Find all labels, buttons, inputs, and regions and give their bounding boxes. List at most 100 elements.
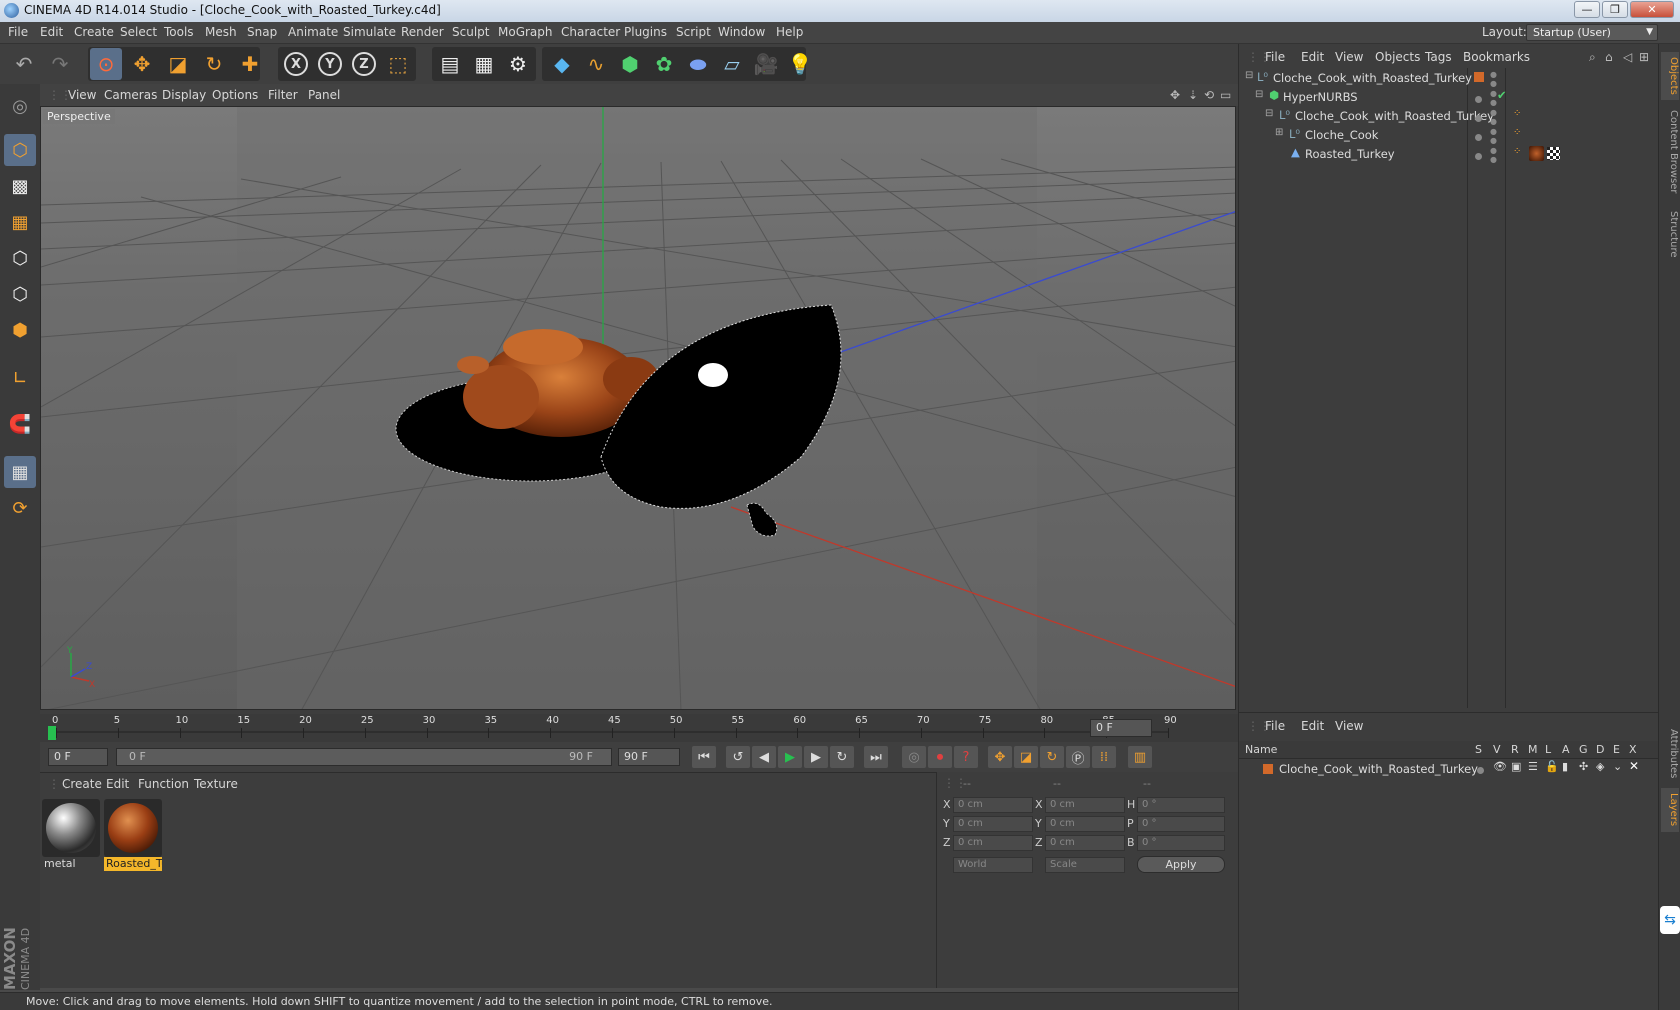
z-axis-lock-icon[interactable]: Z	[348, 48, 380, 80]
next-frame-icon[interactable]: ▶	[804, 746, 828, 768]
tag-icon[interactable]: ⁘	[1513, 108, 1521, 119]
spline-pen-icon[interactable]: ∿	[580, 48, 612, 80]
frame-range-slider[interactable]: 0 F 90 F	[116, 748, 612, 766]
object-row[interactable]: ⊟ ⬢ HyperNURBS ● ● ✔	[1239, 87, 1659, 107]
viewport-menu-view[interactable]: View	[68, 88, 96, 102]
workplane-icon[interactable]: ▦	[4, 206, 36, 238]
render-picture-viewer-icon[interactable]: ▦	[468, 48, 500, 80]
timeline-window-icon[interactable]: ▥	[1128, 746, 1152, 768]
arrow-icon[interactable]: ◁	[1623, 50, 1632, 64]
playhead[interactable]	[48, 726, 56, 740]
animation-icon[interactable]: ▮	[1562, 760, 1568, 773]
menu-create[interactable]: Create	[74, 25, 114, 39]
object-row[interactable]: ⊟ L⁰ Cloche_Cook_with_Roasted_Turkey ● ● …	[1239, 106, 1659, 126]
viewport-menu-filter[interactable]: Filter	[268, 88, 298, 102]
light-icon[interactable]: 💡	[784, 48, 816, 80]
menu-plugins[interactable]: Plugins	[624, 25, 667, 39]
record-keys-icon[interactable]: ◎	[902, 746, 926, 768]
record-parameter-icon[interactable]: Ⓟ	[1066, 746, 1090, 768]
visibility-dots[interactable]: ● ●	[1490, 89, 1497, 107]
new-panel-icon[interactable]: ⊞	[1639, 50, 1649, 64]
y-axis-lock-icon[interactable]: Y	[314, 48, 346, 80]
coordinate-mode-select[interactable]: World	[953, 857, 1033, 873]
om-menu-bookmarks[interactable]: Bookmarks	[1463, 50, 1530, 64]
column-animation[interactable]: A	[1562, 743, 1570, 756]
autokey-icon[interactable]: ⏺	[928, 746, 952, 768]
timeline-ruler[interactable]: 051015202530354045505560657075808590 0 F	[40, 714, 1238, 742]
nurbs-icon[interactable]: ⬢	[614, 48, 646, 80]
solo-toggle[interactable]	[1477, 763, 1484, 777]
generator-icon[interactable]: ✣	[1579, 760, 1588, 773]
menu-file[interactable]: File	[8, 25, 28, 39]
object-row[interactable]: ⊞ L⁰ Cloche_Cook ● ● ⁘	[1239, 125, 1659, 145]
rot-p-field[interactable]: 0 °	[1137, 816, 1225, 832]
record-rotation-icon[interactable]: ↻	[1040, 746, 1064, 768]
make-editable-icon[interactable]: ◎	[4, 90, 36, 122]
expand-icon[interactable]: ⊞	[1275, 127, 1283, 138]
rot-b-field[interactable]: 0 °	[1137, 835, 1225, 851]
eye-icon[interactable]: 👁	[1493, 760, 1507, 773]
manager-icon[interactable]: ☰	[1528, 760, 1538, 773]
tab-objects[interactable]: Objects	[1661, 52, 1679, 100]
minimize-button[interactable]: —	[1574, 1, 1600, 18]
deformer-toggle-icon[interactable]: ◈	[1596, 760, 1604, 773]
visibility-dots[interactable]: ● ●	[1490, 108, 1497, 126]
size-y-field[interactable]: 0 cm	[1045, 816, 1125, 832]
column-render[interactable]: R	[1511, 743, 1519, 756]
column-expressions[interactable]: E	[1613, 743, 1620, 756]
render-view-icon[interactable]: ▤	[434, 48, 466, 80]
layout-select[interactable]: Startup (User) ▼	[1526, 24, 1658, 41]
column-deformers[interactable]: D	[1596, 743, 1604, 756]
render-settings-icon[interactable]: ⚙	[502, 48, 534, 80]
menu-character[interactable]: Character	[561, 25, 620, 39]
om-menu-file[interactable]: File	[1265, 50, 1285, 64]
menu-help[interactable]: Help	[776, 25, 803, 39]
current-frame-field[interactable]: 0 F	[1090, 719, 1152, 737]
tab-content-browser[interactable]: Content Browser	[1661, 104, 1679, 200]
points-mode-icon[interactable]: ⬡	[4, 242, 36, 274]
array-icon[interactable]: ✿	[648, 48, 680, 80]
menu-window[interactable]: Window	[718, 25, 765, 39]
lm-menu-view[interactable]: View	[1335, 719, 1363, 733]
lm-menu-edit[interactable]: Edit	[1301, 719, 1324, 733]
goto-start-icon[interactable]: ⏮	[692, 746, 716, 768]
polygons-mode-icon[interactable]: ⬢	[4, 314, 36, 346]
keyframe-selection-icon[interactable]: ?	[954, 746, 978, 768]
home-icon[interactable]: ⌂	[1605, 50, 1613, 64]
material-menu-texture[interactable]: Texture	[194, 777, 238, 791]
menu-sculpt[interactable]: Sculpt	[452, 25, 489, 39]
undo-icon[interactable]: ↶	[8, 48, 40, 80]
om-menu-edit[interactable]: Edit	[1301, 50, 1324, 64]
cube-object-icon[interactable]: ◆	[546, 48, 578, 80]
om-menu-objects[interactable]: Objects	[1375, 50, 1420, 64]
record-position-icon[interactable]: ✥	[988, 746, 1012, 768]
material-menu-function[interactable]: Function	[138, 777, 189, 791]
visibility-dots[interactable]: ● ●	[1490, 146, 1497, 164]
deformer-icon[interactable]: ⬬	[682, 48, 714, 80]
material-menu-edit[interactable]: Edit	[106, 777, 129, 791]
previous-key-icon[interactable]: ↺	[726, 746, 750, 768]
rotate-view-icon[interactable]: ⟲	[1204, 88, 1214, 102]
move-view-icon[interactable]: ✥	[1170, 88, 1180, 102]
visibility-dots[interactable]: ● ●	[1490, 127, 1497, 145]
size-mode-select[interactable]: Scale	[1045, 857, 1125, 873]
camera-icon[interactable]: 🎥	[750, 48, 782, 80]
apply-button[interactable]: Apply	[1137, 856, 1225, 873]
zoom-view-icon[interactable]: ⇣	[1188, 88, 1198, 102]
tab-structure[interactable]: Structure	[1661, 204, 1679, 264]
menu-render[interactable]: Render	[401, 25, 444, 39]
tab-attributes[interactable]: Attributes	[1661, 724, 1679, 784]
enabled-check-icon[interactable]: ✔	[1497, 88, 1507, 102]
search-icon[interactable]: ⌕	[1589, 50, 1596, 65]
menu-script[interactable]: Script	[676, 25, 711, 39]
locked-workplane-icon[interactable]: ⟳	[4, 492, 36, 524]
pos-x-field[interactable]: 0 cm	[953, 797, 1033, 813]
record-pla-icon[interactable]: ⁞⁞	[1092, 746, 1116, 768]
layer-row[interactable]: Cloche_Cook_with_Roasted_Turkey 👁 ▣ ☰ 🔓 …	[1239, 759, 1659, 778]
coordinate-system-icon[interactable]: ⬚	[382, 48, 414, 80]
menu-animate[interactable]: Animate	[288, 25, 338, 39]
snap-magnet-icon[interactable]: 🧲	[4, 408, 36, 440]
pos-z-field[interactable]: 0 cm	[953, 835, 1033, 851]
model-mode-icon[interactable]: ⬡	[4, 134, 36, 166]
xref-icon[interactable]: ✕	[1629, 759, 1639, 773]
